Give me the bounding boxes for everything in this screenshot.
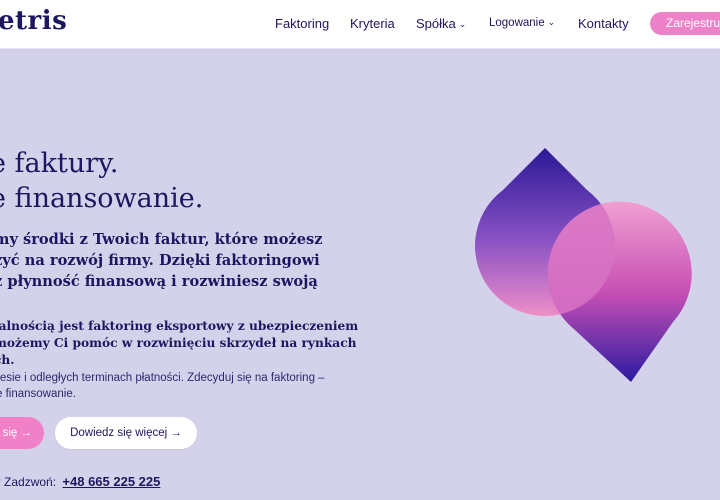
hero-illustration bbox=[475, 148, 692, 382]
register-button[interactable]: Zarejestruj bbox=[650, 12, 720, 35]
hero-title-line-2: e finansowanie. bbox=[0, 183, 204, 214]
chevron-down-icon: ⌄ bbox=[547, 17, 556, 27]
nav-item-spolka-label: Spółka bbox=[416, 16, 456, 31]
info-line: resie i odległych terminach płatności. Z… bbox=[0, 372, 325, 384]
contact-label: Zadzwoń: bbox=[4, 475, 57, 489]
export-paragraph: ialnością jest faktoring eksportowy z ub… bbox=[0, 318, 358, 369]
hero-lead-line: zyć na rozwój firmy. Dzięki faktoringowi bbox=[0, 252, 320, 269]
nav-item-spolka[interactable]: Spółka ⌄ bbox=[416, 16, 466, 31]
logo[interactable]: etris bbox=[0, 6, 67, 36]
info-paragraph: resie i odległych terminach płatności. Z… bbox=[0, 370, 325, 402]
primary-cta-button[interactable]: się → bbox=[0, 417, 44, 449]
page: etris Faktoring Kryteria Spółka ⌄ Logowan… bbox=[0, 0, 720, 500]
nav-item-logowanie-label: Logowanie bbox=[489, 17, 545, 29]
header: etris Faktoring Kryteria Spółka ⌄ Logowan… bbox=[0, 0, 720, 49]
contact-line: ? Zadzwoń: +48 665 225 225 bbox=[0, 474, 160, 489]
chevron-down-icon: ⌄ bbox=[458, 19, 467, 29]
nav-item-kontakty[interactable]: Kontakty bbox=[578, 16, 629, 31]
hero-title-line-1: e faktury. bbox=[0, 148, 119, 179]
nav-item-faktoring[interactable]: Faktoring bbox=[275, 16, 329, 31]
export-line: możemy Ci pomóc w rozwinięciu skrzydeł n… bbox=[0, 336, 357, 350]
nav-item-logowanie[interactable]: Logowanie ⌄ bbox=[489, 17, 555, 29]
hero-lead-line: my środki z Twoich faktur, które możesz bbox=[0, 231, 323, 248]
export-line: ch. bbox=[0, 353, 15, 367]
info-line: e finansowanie. bbox=[0, 388, 76, 400]
learn-more-button[interactable]: Dowiedz się więcej → bbox=[55, 417, 197, 449]
export-line: ialnością jest faktoring eksportowy z ub… bbox=[0, 319, 359, 333]
phone-icon: ? bbox=[0, 475, 1, 489]
hero-lead: my środki z Twoich faktur, które możesz … bbox=[0, 229, 324, 292]
contact-phone-link[interactable]: +48 665 225 225 bbox=[62, 474, 160, 489]
hero-lead-line: z płynność finansową i rozwiniesz swoją bbox=[0, 273, 318, 290]
nav-item-kryteria[interactable]: Kryteria bbox=[350, 16, 395, 31]
